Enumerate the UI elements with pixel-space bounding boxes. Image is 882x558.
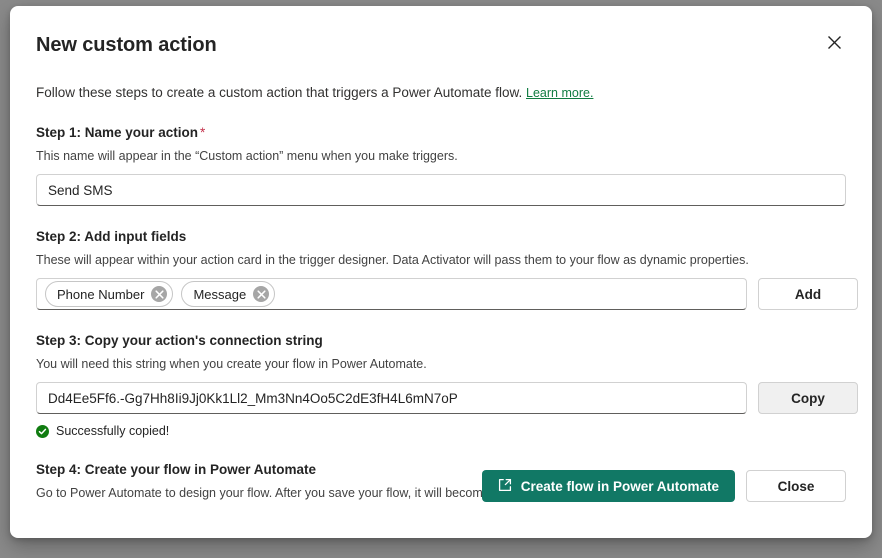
intro-sentence: Follow these steps to create a custom ac… [36,85,523,100]
step-3-description: You will need this string when you creat… [36,357,427,371]
input-fields-chips-box[interactable]: Phone Number Message [36,278,747,310]
copy-connection-string-button[interactable]: Copy [758,382,858,414]
close-button[interactable] [818,28,850,60]
step-2-section: Step 2: Add input fields These will appe… [36,228,858,310]
open-in-new-window-icon [498,478,512,495]
chip-label: Message [193,286,247,302]
chip-remove-message-button[interactable] [253,286,270,302]
copy-status: Successfully copied! [36,423,846,439]
step-1-title-text: Step 1: Name your action [36,125,199,140]
step-2-description: These will appear within your action car… [36,253,749,267]
close-dialog-button[interactable]: Close [746,470,846,502]
close-icon [827,36,841,52]
page-title: New custom action [36,34,217,56]
step-3-title: Step 3: Copy your action's connection st… [36,333,323,348]
create-flow-button[interactable]: Create flow in Power Automate [481,470,735,502]
step-1-title: Step 1: Name your action * [36,124,846,142]
dialog-header: New custom action [36,32,846,60]
connection-string-input[interactable]: Dd4Ee5Ff6.-Gg7Hh8Ii9Jj0Kk1Ll2_Mm3Nn4Oo5C… [36,382,747,414]
chip-label: Phone Number [57,286,145,302]
copy-status-text: Successfully copied! [56,424,170,438]
step-1-field-row: Send SMS [36,174,846,206]
step-2-title: Step 2: Add input fields [36,229,187,244]
required-asterisk: * [200,125,206,140]
add-input-field-button[interactable]: Add [758,278,858,310]
close-circle-icon [155,287,164,302]
step-1-section: Step 1: Name your action * This name will… [36,124,846,206]
success-check-icon [36,424,49,438]
step-2-field-row: Phone Number Message Add [36,278,858,310]
create-flow-button-label: Create flow in Power Automate [520,478,719,494]
chip-message[interactable]: Message [181,281,276,307]
intro-text: Follow these steps to create a custom ac… [36,84,846,102]
close-circle-icon [257,287,266,302]
step-3-section: Step 3: Copy your action's connection st… [36,332,858,439]
chip-remove-phone-number-button[interactable] [151,286,168,302]
learn-more-link[interactable]: Learn more. [526,86,593,100]
dialog-footer: Create flow in Power Automate Close [481,470,846,502]
step-1-description: This name will appear in the “Custom act… [36,149,458,163]
step-3-field-row: Dd4Ee5Ff6.-Gg7Hh8Ii9Jj0Kk1Ll2_Mm3Nn4Oo5C… [36,382,858,414]
new-custom-action-dialog: New custom action Follow these steps to … [10,6,872,538]
action-name-input[interactable]: Send SMS [36,174,846,206]
chip-phone-number[interactable]: Phone Number [45,281,174,307]
